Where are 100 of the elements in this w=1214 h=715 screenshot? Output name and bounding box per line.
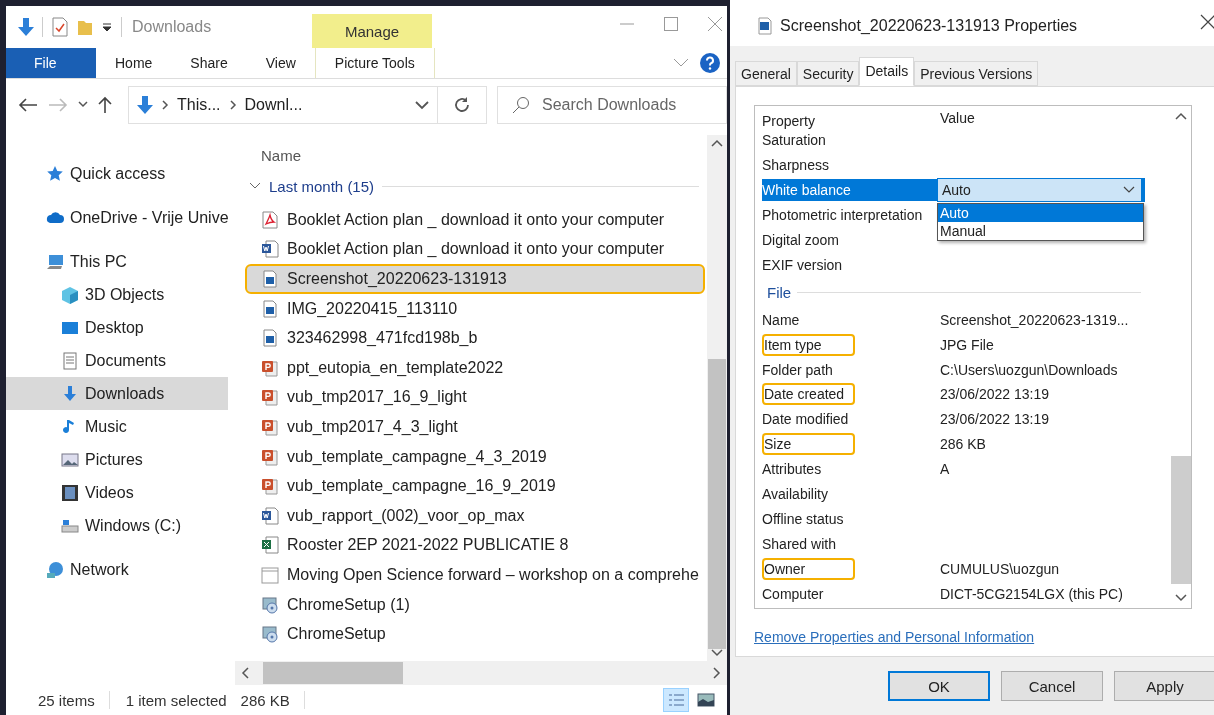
download-arrow-icon[interactable] <box>18 17 34 37</box>
file-row[interactable]: Rooster 2EP 2021-2022 PUBLICATIE 8 <box>245 530 705 561</box>
column-header[interactable]: Name <box>245 135 707 167</box>
property-name[interactable]: Folder path <box>762 358 937 381</box>
nav-item[interactable]: Music <box>6 410 228 443</box>
file-row[interactable]: ChromeSetup <box>245 619 705 649</box>
property-name[interactable]: Attributes <box>762 458 937 481</box>
group-header[interactable]: Last month (15) <box>245 167 707 205</box>
property-name[interactable]: Saturation <box>762 129 937 152</box>
file-row[interactable]: Screenshot_20220623-131913 <box>245 264 705 294</box>
view-toggle[interactable] <box>663 688 689 712</box>
image-file-icon <box>758 17 772 35</box>
item-count: 25 items <box>38 691 96 709</box>
file-menu-tab[interactable]: File <box>6 48 96 78</box>
property-name[interactable]: Sharpness <box>762 154 937 177</box>
up-arrow-icon[interactable] <box>98 96 112 114</box>
nav-item[interactable]: Windows (C:) <box>6 509 228 542</box>
file-row[interactable]: Moving Open Science forward – workshop on a comprehe <box>245 560 705 590</box>
property-name[interactable]: Offline status <box>762 507 937 530</box>
file-row[interactable]: vub_template_campagne_16_9_2019 <box>245 471 705 501</box>
dropdown-option[interactable]: Auto <box>938 204 1143 222</box>
image-file-icon <box>261 270 279 288</box>
dialog-button[interactable]: Apply <box>1114 671 1214 701</box>
dialog-button[interactable]: OK <box>888 671 990 701</box>
chevron-down-icon[interactable] <box>1175 594 1187 602</box>
help-icon[interactable] <box>699 52 721 74</box>
chevron-up-icon[interactable] <box>711 139 723 147</box>
chevron-down-icon[interactable] <box>78 101 88 109</box>
window-title: Downloads <box>132 18 212 36</box>
property-name[interactable]: Shared with <box>762 532 937 555</box>
property-name[interactable]: Photometric interpretation <box>762 204 937 227</box>
property-name[interactable]: Item type <box>762 333 855 356</box>
ribbon-tab[interactable]: Share <box>171 48 247 78</box>
file-row[interactable]: ppt_eutopia_en_template2022 <box>245 352 705 383</box>
back-arrow-icon[interactable] <box>18 97 38 113</box>
chevron-left-icon[interactable] <box>241 667 249 679</box>
file-row[interactable]: Booklet Action plan _ download it onto your computer <box>245 205 705 235</box>
dialog-button[interactable]: Cancel <box>1001 671 1103 701</box>
nav-item[interactable]: 3D Objects <box>6 278 228 311</box>
file-row[interactable]: ChromeSetup (1) <box>245 589 705 620</box>
tab[interactable]: General <box>735 61 797 86</box>
property-value: Screenshot_20220623-1319... <box>939 311 1129 328</box>
file-row[interactable]: IMG_20220415_113110 <box>245 293 705 324</box>
scrollbar-thumb[interactable] <box>708 359 726 649</box>
nav-item[interactable]: Downloads <box>6 377 228 410</box>
ribbon-tab[interactable]: View <box>246 48 315 78</box>
property-name[interactable]: Name <box>762 308 937 331</box>
property-name[interactable]: Computer <box>762 582 937 605</box>
dropdown-caret-icon[interactable] <box>101 21 113 33</box>
nav-item[interactable]: Desktop <box>6 311 228 344</box>
chevron-down-icon[interactable] <box>415 100 429 110</box>
picture-icon <box>61 450 79 469</box>
property-name[interactable]: Availability <box>762 483 937 505</box>
property-name[interactable]: Owner <box>762 557 855 580</box>
file-row[interactable]: vub_tmp2017_4_3_light <box>245 412 705 442</box>
tab[interactable]: Details <box>859 57 915 86</box>
file-row[interactable]: vub_tmp2017_16_9_light <box>245 382 705 413</box>
file-row[interactable]: Booklet Action plan _ download it onto your computer <box>245 234 705 265</box>
file-row[interactable]: vub_template_campagne_4_3_2019 <box>245 441 705 472</box>
property-name[interactable]: Date created <box>762 383 855 406</box>
scrollbar-thumb[interactable] <box>1171 456 1191 584</box>
close-icon[interactable] <box>1200 14 1214 30</box>
nav-item[interactable]: OneDrive - Vrije Unive <box>6 201 228 234</box>
property-value: C:\Users\uozgun\Downloads <box>939 361 1118 378</box>
image-file-icon <box>261 299 279 318</box>
column-header[interactable]: Property <box>762 110 937 132</box>
property-name[interactable]: White balance <box>762 179 937 202</box>
property-name[interactable]: Digital zoom <box>762 229 937 251</box>
scrollbar-thumb[interactable] <box>263 662 403 684</box>
nav-item[interactable]: Pictures <box>6 443 228 476</box>
breadcrumb[interactable]: Downl... <box>244 96 303 114</box>
breadcrumb[interactable]: This... <box>177 96 221 114</box>
property-name[interactable]: Size <box>762 433 855 456</box>
properties-checkbox-icon[interactable] <box>51 17 69 37</box>
chevron-down-icon[interactable] <box>711 649 723 657</box>
nav-item[interactable]: This PC <box>6 245 228 278</box>
search-field[interactable]: Search Downloads <box>497 86 727 124</box>
nav-item[interactable]: Quick access <box>6 157 228 190</box>
nav-item[interactable]: Videos <box>6 476 228 509</box>
pdf-file-icon <box>261 210 279 229</box>
tab[interactable]: Previous Versions <box>914 61 1039 86</box>
column-header[interactable]: Value <box>937 110 975 126</box>
nav-item[interactable]: Network <box>6 553 228 586</box>
chevron-up-icon[interactable] <box>1175 112 1187 120</box>
link[interactable]: Remove Properties and Personal Information <box>754 629 1035 645</box>
ribbon-tab[interactable]: Home <box>96 48 172 78</box>
chevron-right-icon[interactable] <box>713 667 721 679</box>
chevron-right-icon <box>161 100 169 110</box>
property-name[interactable]: Date modified <box>762 408 937 431</box>
dialog-title: Screenshot_20220623-131913 Properties <box>780 17 1078 35</box>
dropdown[interactable]: Auto <box>937 178 1142 203</box>
nav-item[interactable]: Documents <box>6 344 228 377</box>
dropdown-option[interactable]: Manual <box>938 222 1143 240</box>
tab[interactable]: Security <box>796 61 860 86</box>
refresh-icon[interactable] <box>453 96 471 114</box>
file-row[interactable]: 323462998_471fcd198b_b <box>245 323 705 353</box>
property-name[interactable]: EXIF version <box>762 253 937 276</box>
maximize-icon[interactable] <box>663 16 679 32</box>
file-row[interactable]: vub_rapport_(002)_voor_op_max <box>245 500 705 531</box>
slides-file-icon <box>261 417 279 436</box>
